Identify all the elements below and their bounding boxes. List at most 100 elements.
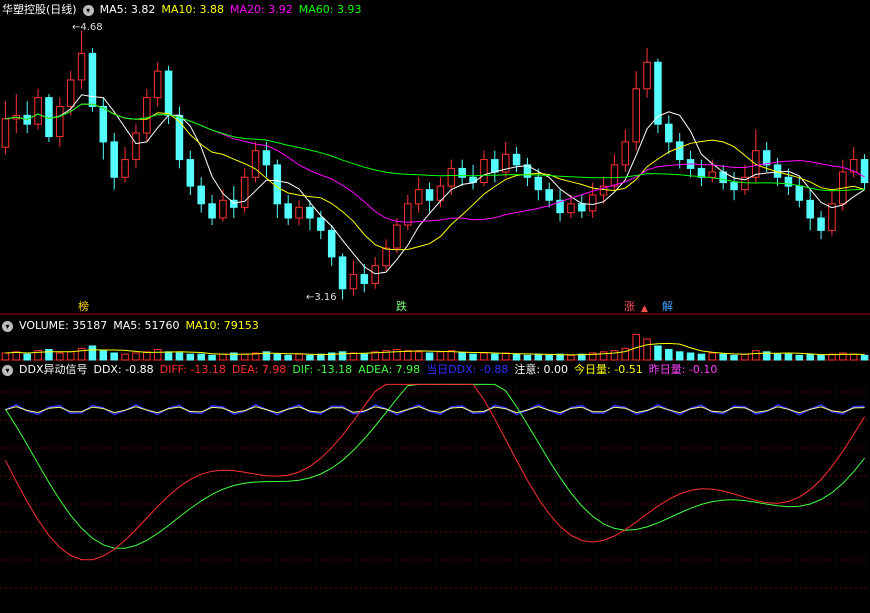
candle-body (730, 182, 738, 191)
candle-body (164, 70, 173, 116)
candle-body (480, 159, 488, 184)
main-settings-button[interactable]: ▾ (82, 4, 94, 16)
vol-label-1: MA5: 51760 (113, 319, 180, 332)
candle-body (371, 265, 379, 284)
volume-bar (349, 352, 358, 361)
volume-bar (621, 347, 630, 361)
vol-label-0: VOLUME: 35187 (19, 319, 108, 332)
ddx-diff-line (4, 383, 866, 561)
candle-body (360, 274, 369, 284)
candle-body (143, 97, 151, 134)
event-tag-rise[interactable]: 涨 (624, 300, 635, 314)
ma-label-3: MA60: 3.93 (298, 3, 362, 16)
volume-bar (491, 353, 499, 361)
candle-body (588, 194, 597, 212)
volume-bar (719, 353, 727, 361)
event-tag-unlock[interactable]: 解 (662, 300, 673, 314)
volume-bar (175, 352, 184, 361)
ddx-label-3: DIF: -13.18 (292, 363, 353, 376)
event-tag-list[interactable]: 榜 (78, 300, 89, 314)
volume-bar (686, 352, 695, 361)
volume-bar (393, 349, 401, 361)
ddx-settings-button[interactable]: ▾ (2, 364, 13, 376)
candle-body (66, 79, 75, 107)
ma-label-1: MA10: 3.88 (161, 3, 225, 16)
volume-bar (665, 349, 673, 361)
ma-label-2: MA20: 3.92 (230, 3, 293, 16)
candle-body (338, 256, 347, 290)
triangle-icon: ▲ (641, 304, 648, 314)
ddx-volume-line (5, 406, 865, 414)
volume-bar (752, 350, 760, 361)
volume-bar (23, 353, 31, 361)
volume-bar (143, 351, 151, 361)
volume-bar (66, 351, 75, 361)
volume-bar (132, 352, 140, 361)
candle-body (675, 141, 684, 161)
volume-bar (534, 353, 543, 361)
volume-bar (806, 353, 814, 361)
event-tag-drop[interactable]: 跌 (396, 300, 407, 314)
volume-bar (360, 353, 369, 361)
volume-bar (197, 353, 205, 361)
volume-bar (458, 352, 466, 361)
candle-body (208, 203, 216, 219)
candle-body (806, 199, 814, 219)
volume-bar (153, 349, 162, 361)
ddx-label-8: 昨日量: -0.10 (648, 363, 718, 376)
ddx-label-2: DEA: 7.98 (231, 363, 287, 376)
volume-bar (240, 353, 249, 361)
volume-bar (186, 353, 195, 361)
candle-body (34, 97, 42, 125)
candle-body (491, 159, 499, 173)
volume-bar (697, 353, 706, 361)
candle-body (534, 176, 543, 191)
candle-body (132, 132, 140, 161)
candle-body (262, 150, 271, 166)
volume-bar (306, 354, 314, 361)
ddx-label-5: 当日DDX: -0.88 (426, 363, 509, 376)
volume-bar (849, 353, 858, 361)
candle-body (697, 167, 706, 178)
stock-title: 华塑控股(日线) (2, 3, 77, 16)
volume-bar (45, 349, 53, 361)
candle-body (512, 153, 521, 166)
volume-bar (654, 345, 662, 361)
volume-bar (273, 353, 282, 361)
ddx-panel-header: ▾ DDX异动信号 DDX: -0.88 DIFF: -13.18 DEA: 7… (2, 362, 717, 378)
candle-body (382, 247, 390, 267)
volume-bar (99, 350, 108, 361)
candle-body (219, 199, 227, 219)
candle-body (643, 61, 651, 90)
volume-bar (284, 354, 292, 361)
candle-body (56, 105, 64, 138)
volume-bar (56, 352, 64, 361)
candle-body (251, 150, 260, 178)
candle-body (349, 274, 358, 290)
volume-bar (414, 351, 423, 361)
candle-body (393, 224, 401, 249)
volume-bar (512, 353, 521, 361)
candle-body (610, 164, 619, 187)
volume-bar (523, 354, 532, 361)
candle-body (317, 217, 325, 231)
candle-body (545, 189, 553, 201)
ma-label-0: MA5: 3.82 (99, 3, 156, 16)
candle-body (447, 167, 456, 187)
volume-bar (436, 351, 445, 361)
candle-body (273, 164, 282, 205)
candle-body (860, 159, 869, 184)
candle-body (295, 206, 303, 219)
volume-panel-header: ▾ VOLUME: 35187 MA5: 51760 MA10: 79153 (2, 318, 259, 334)
volume-bar (545, 354, 553, 361)
candle-body (153, 70, 162, 99)
volume-bar (784, 353, 793, 361)
candle-body (306, 206, 314, 219)
volume-bar (425, 352, 434, 361)
volume-settings-button[interactable]: ▾ (2, 320, 13, 332)
candle-body (88, 52, 97, 107)
volume-bar (338, 351, 347, 361)
volume-bar (501, 352, 510, 361)
candle-body (186, 159, 195, 187)
candle-body (795, 185, 804, 201)
